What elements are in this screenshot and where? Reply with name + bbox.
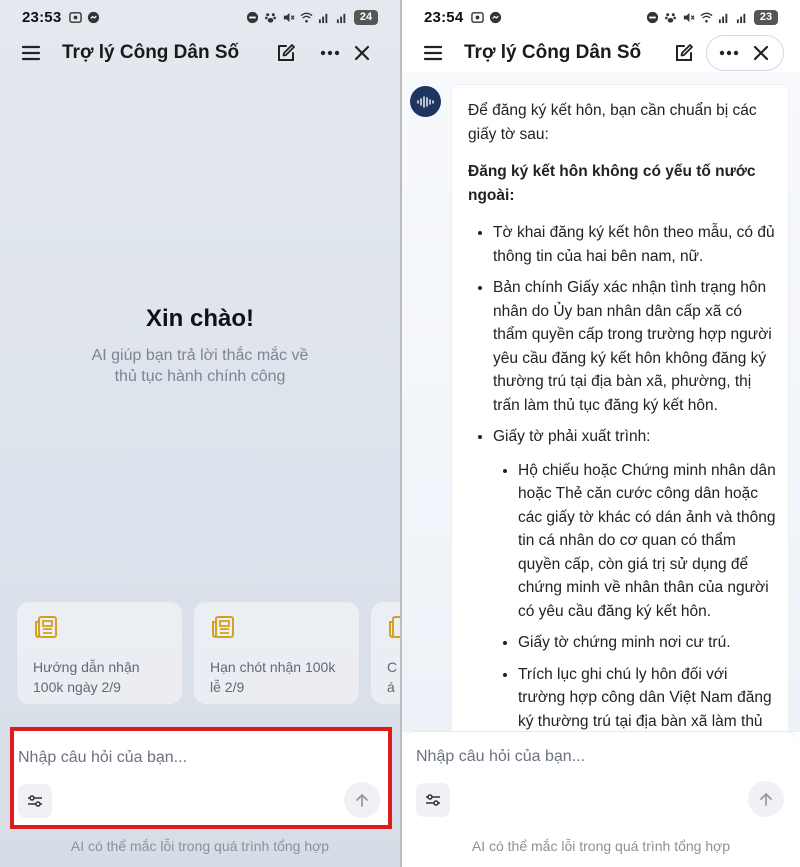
status-time: 23:54 [424, 8, 464, 26]
close-button[interactable] [346, 37, 378, 69]
mute-icon [283, 12, 295, 22]
screenshot-icon [69, 11, 83, 23]
suggestion-card[interactable]: Hướng dẫn nhận 100k ngày 2/9 [17, 602, 182, 704]
question-input-box [10, 727, 392, 829]
chat-area[interactable]: Để đăng ký kết hôn, bạn cần chuẩn bị các… [402, 72, 800, 732]
more-icon [719, 50, 739, 56]
app-header: Trợ lý Công Dân Số [0, 34, 400, 72]
bot-message: Để đăng ký kết hôn, bạn cần chuẩn bị các… [451, 84, 789, 732]
voice-wave-icon [416, 95, 434, 108]
list-item: Bản chính Giấy xác nhận tình trạng hôn n… [493, 276, 776, 417]
suggestion-card-text: Hạn chót nhận 100k lễ 2/9 [210, 659, 336, 695]
mute-icon [683, 12, 695, 22]
app-title: Trợ lý Công Dân Số [62, 42, 240, 63]
new-chat-button[interactable] [668, 37, 700, 69]
sliders-icon [28, 795, 42, 807]
suggestion-cards: Hướng dẫn nhận 100k ngày 2/9 Hạn chót nh… [17, 602, 400, 704]
question-input[interactable] [416, 748, 775, 766]
dnd-icon [646, 11, 659, 23]
messenger-icon [490, 11, 502, 23]
question-input[interactable] [18, 749, 355, 767]
battery-indicator: 23 [754, 9, 778, 25]
edit-icon [676, 44, 693, 61]
header-action-pill [706, 35, 784, 71]
app-title: Trợ lý Công Dân Số [464, 42, 642, 63]
signal-2-icon [336, 13, 346, 23]
menu-icon[interactable] [20, 42, 42, 64]
settings-button[interactable] [416, 783, 450, 817]
send-button[interactable] [344, 782, 380, 818]
news-icon [389, 616, 400, 638]
messenger-icon [88, 11, 100, 23]
menu-icon[interactable] [422, 42, 444, 64]
send-button[interactable] [748, 781, 784, 817]
arrow-up-icon [356, 794, 368, 807]
status-bar: 23:53 24 [0, 0, 400, 34]
left-screen: 23:53 24 Trợ lý Công Dân Số Xin chào! AI… [0, 0, 400, 867]
close-button[interactable] [745, 37, 777, 69]
close-icon [753, 45, 769, 61]
list-item-label: Giấy tờ phải xuất trình: [493, 428, 651, 445]
battery-indicator: 24 [354, 9, 378, 25]
question-input-box [402, 731, 800, 831]
edit-icon [278, 44, 295, 61]
list-item: Tờ khai đăng ký kết hôn theo mẫu, có đủ … [493, 221, 776, 268]
app-header: Trợ lý Công Dân Số [402, 34, 800, 72]
list-item: Giấy tờ phải xuất trình: Hộ chiếu hoặc C… [493, 425, 776, 732]
welcome-title: Xin chào! [145, 305, 254, 332]
screenshot-icon [471, 11, 485, 23]
disclaimer-text: AI có thể mắc lỗi trong quá trình tổng h… [70, 838, 330, 854]
sub-list-item: Trích lục ghi chú ly hôn đối với trường … [518, 663, 776, 733]
signal-icon [318, 13, 328, 23]
arrow-up-icon [760, 793, 772, 806]
suggestion-card-text: Cá sử [387, 659, 398, 704]
sub-list: Hộ chiếu hoặc Chứng minh nhân dân hoặc T… [493, 459, 776, 733]
suggestion-card[interactable]: Cá sử [371, 602, 400, 704]
sub-list-item: Giấy tờ chứng minh nơi cư trú. [518, 631, 776, 655]
requirements-list: Tờ khai đăng ký kết hôn theo mẫu, có đủ … [468, 221, 776, 732]
suggestion-card[interactable]: Hạn chót nhận 100k lễ 2/9 [194, 602, 359, 704]
sliders-icon [426, 794, 440, 806]
suggestion-card-text: Hướng dẫn nhận 100k ngày 2/9 [33, 659, 140, 695]
message-heading: Đăng ký kết hôn không có yếu tố nước ngo… [468, 163, 756, 204]
settings-button[interactable] [18, 784, 52, 818]
news-icon [212, 616, 234, 638]
message-intro: Để đăng ký kết hôn, bạn cần chuẩn bị các… [468, 102, 757, 143]
status-time: 23:53 [22, 8, 62, 26]
more-button[interactable] [713, 37, 745, 69]
bot-avatar [410, 86, 441, 117]
sub-list-item: Hộ chiếu hoặc Chứng minh nhân dân hoặc T… [518, 459, 776, 624]
disclaimer-text: AI có thể mắc lỗi trong quá trình tổng h… [471, 838, 731, 854]
close-icon [354, 45, 370, 61]
signal-2-icon [736, 13, 746, 23]
paw-icon [665, 12, 676, 23]
wifi-icon [700, 12, 713, 23]
signal-icon [718, 13, 728, 23]
more-icon [320, 50, 340, 56]
welcome-subtitle: AI giúp bạn trả lời thắc mắc về thủ tục … [91, 347, 309, 385]
right-screen: 23:54 23 Trợ lý Công Dân Số Để đăng ký k… [402, 0, 800, 867]
more-button[interactable] [314, 37, 346, 69]
dnd-icon [246, 11, 259, 23]
paw-icon [265, 12, 276, 23]
news-icon [35, 616, 57, 638]
wifi-icon [300, 12, 313, 23]
welcome-section: Xin chào! AI giúp bạn trả lời thắc mắc v… [0, 305, 400, 387]
status-bar: 23:54 23 [402, 0, 800, 34]
new-chat-button[interactable] [270, 37, 302, 69]
header-action-pill [308, 35, 384, 71]
